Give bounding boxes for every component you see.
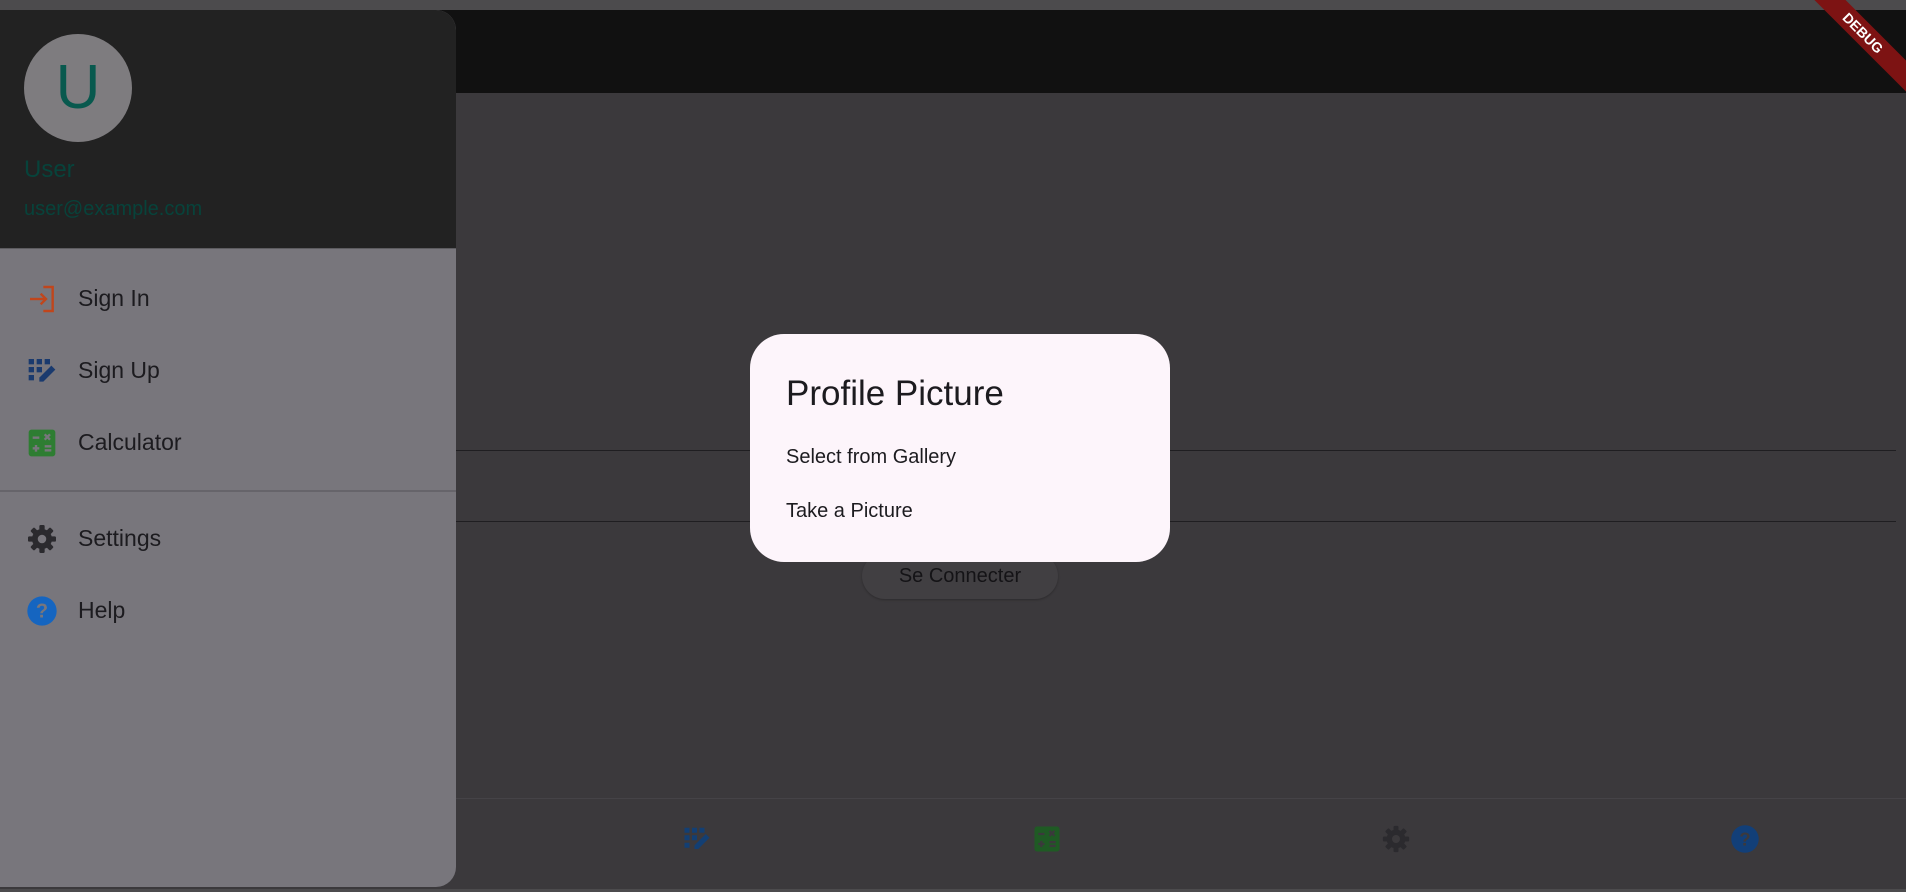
avatar[interactable]: U bbox=[24, 34, 132, 142]
gear-icon[interactable] bbox=[1381, 824, 1411, 854]
drawer-item-label: Help bbox=[78, 597, 126, 623]
app-registration-icon bbox=[28, 359, 56, 382]
select-from-gallery-option[interactable]: Select from Gallery bbox=[786, 446, 956, 469]
drawer-divider bbox=[0, 490, 456, 492]
help-icon[interactable]: ? bbox=[1730, 824, 1760, 854]
drawer-item-sign-in[interactable]: Sign In bbox=[0, 268, 456, 328]
user-name: User bbox=[24, 156, 75, 183]
drawer-item-calculator[interactable]: Calculator bbox=[0, 412, 456, 472]
dialog-title: Profile Picture bbox=[786, 374, 1004, 413]
drawer-item-settings[interactable]: Settings bbox=[0, 508, 456, 568]
drawer-item-label: Sign Up bbox=[78, 357, 160, 383]
user-email: user@example.com bbox=[24, 198, 203, 220]
drawer-item-help[interactable]: ? Help bbox=[0, 580, 456, 640]
gear-icon bbox=[28, 525, 56, 553]
svg-text:?: ? bbox=[1739, 828, 1750, 849]
app-registration-icon[interactable] bbox=[682, 824, 712, 854]
email-field[interactable] bbox=[456, 450, 1896, 451]
drawer-item-label: Settings bbox=[78, 525, 162, 551]
drawer-header: U User user@example.com bbox=[0, 10, 456, 249]
password-field[interactable] bbox=[456, 521, 1896, 522]
take-picture-option[interactable]: Take a Picture bbox=[786, 500, 913, 523]
profile-picture-dialog: Profile Picture Select from Gallery Take… bbox=[750, 334, 1170, 562]
navigation-drawer: U User user@example.com Sign In Sign Up … bbox=[0, 10, 456, 887]
help-icon: ? bbox=[27, 596, 57, 626]
svg-text:?: ? bbox=[36, 601, 48, 623]
calculator-icon bbox=[28, 429, 56, 457]
drawer-item-label: Sign In bbox=[78, 285, 150, 311]
calculator-icon[interactable] bbox=[1032, 824, 1062, 854]
login-icon bbox=[30, 285, 54, 313]
drawer-item-label: Calculator bbox=[78, 429, 182, 455]
window-top-border bbox=[0, 0, 1906, 10]
drawer-item-sign-up[interactable]: Sign Up bbox=[0, 340, 456, 400]
